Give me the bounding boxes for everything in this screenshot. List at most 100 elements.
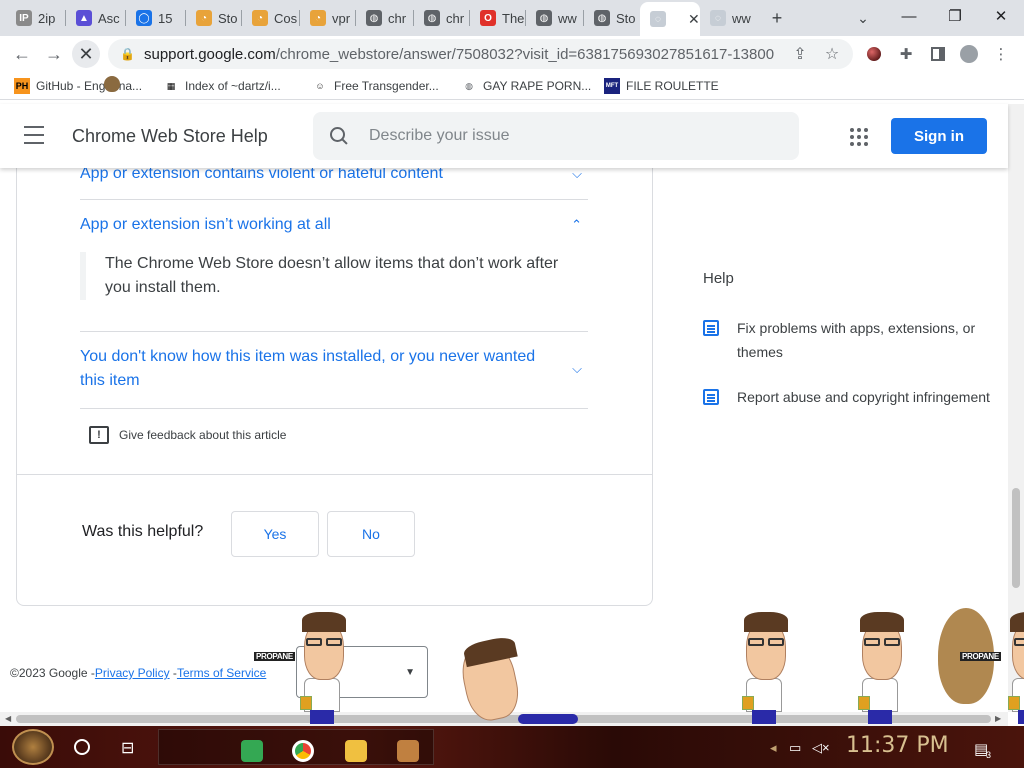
network-icon[interactable]: ▭ (789, 740, 801, 756)
bookmark-item[interactable]: ☺ Free Transgender... (312, 77, 439, 95)
sidebar-link-report-abuse[interactable]: Report abuse and copyright infringement (703, 385, 993, 409)
profile-icon[interactable] (958, 43, 980, 65)
start-button[interactable] (12, 729, 54, 765)
url-text[interactable]: support.google.com/chrome_webstore/answe… (144, 46, 774, 63)
browser-tab[interactable]: ◔ Cos (242, 4, 298, 32)
browser-tab[interactable]: ◍ ww (526, 4, 582, 32)
accordion-item-violent-content[interactable]: App or extension contains violent or hat… (80, 168, 588, 186)
chevron-down-icon: ⌵ (572, 168, 582, 181)
figure-pants (518, 714, 578, 724)
bookmark-item[interactable]: MFT FILE ROULETTE (604, 77, 719, 95)
url-path: /chrome_webstore/answer/7508032?visit_id… (275, 45, 774, 63)
sheets-icon[interactable] (241, 740, 263, 762)
feedback-link[interactable]: ! Give feedback about this article (89, 426, 286, 444)
chat-icon: ◯ (136, 10, 152, 26)
cortana-icon[interactable] (74, 739, 90, 755)
globe-icon: ◍ (536, 10, 552, 26)
ip-icon: IP (16, 10, 32, 26)
maximize-button[interactable]: ❐ (932, 0, 978, 32)
terms-of-service-link[interactable]: Terms of Service (177, 666, 266, 680)
browser-tab[interactable]: O The (470, 4, 524, 32)
forward-button[interactable]: → (40, 40, 68, 68)
share-icon[interactable]: ⇪ (790, 44, 810, 64)
tab-label: Cos (274, 10, 298, 26)
search-box[interactable] (313, 112, 799, 160)
browser-tab[interactable]: ◍ chr (414, 4, 468, 32)
bookmark-item[interactable]: ◍ GAY RAPE PORN... (461, 77, 591, 95)
menu-icon[interactable] (24, 126, 44, 144)
bug-icon (98, 70, 126, 96)
figure-pants (752, 710, 776, 724)
sign-in-button[interactable]: Sign in (891, 118, 987, 154)
search-icon[interactable] (329, 126, 349, 146)
qr-icon: ▦ (163, 78, 179, 94)
loading-icon: ◌ (650, 11, 666, 27)
close-tab-icon[interactable]: ✕ (688, 11, 700, 28)
browser-tab[interactable]: ◍ Sto (584, 4, 638, 32)
puzzle-icon[interactable]: ✚ (895, 43, 917, 65)
game-app-icon[interactable] (397, 740, 419, 762)
page-title[interactable]: Chrome Web Store Help (72, 126, 268, 147)
globe-icon: ◍ (461, 78, 477, 94)
loading-icon: ◌ (710, 10, 726, 26)
folder-icon[interactable] (345, 740, 367, 762)
menu-kebab-icon[interactable]: ⋮ (990, 43, 1012, 65)
accordion-divider (80, 408, 588, 409)
privacy-policy-link[interactable]: Privacy Policy (95, 666, 170, 680)
accordion-item-unknown-install[interactable]: You don't know how this item was install… (80, 345, 588, 393)
clock[interactable]: 11:37 PM (846, 733, 949, 758)
article-icon (703, 389, 719, 405)
tray-overflow-icon[interactable]: ◂ (770, 740, 777, 756)
accordion-label: You don't know how this item was install… (80, 348, 536, 389)
bookmark-label: GAY RAPE PORN... (483, 79, 592, 93)
browser-tab[interactable]: ◌ ✕ (640, 2, 700, 36)
page-footer: ©2023 Google -Privacy Policy -Terms of S… (10, 666, 266, 680)
tab-label: chr (446, 10, 465, 26)
chrome-icon[interactable] (292, 740, 314, 762)
webstore-icon: ◔ (310, 10, 326, 26)
browser-tab[interactable]: ◔ Sto (186, 4, 240, 32)
star-icon[interactable]: ☆ (822, 44, 842, 64)
volume-muted-icon[interactable]: ◁× (812, 740, 830, 756)
arrow-left-icon: ← (13, 43, 31, 64)
browser-tab[interactable]: ◯ 15 (126, 4, 184, 32)
cartoon-figure (738, 612, 794, 726)
side-panel-icon[interactable] (927, 43, 949, 65)
scroll-thumb[interactable] (1012, 488, 1020, 588)
no-button[interactable]: No (327, 511, 415, 557)
browser-tab[interactable]: ◌ ww (700, 4, 756, 32)
glasses-icon (864, 638, 880, 646)
apps-grid-icon[interactable] (850, 128, 868, 146)
lock-icon: 🔒 (120, 47, 135, 61)
address-bar[interactable]: 🔒 support.google.com/chrome_webstore/ans… (108, 39, 853, 69)
search-input[interactable] (369, 127, 789, 145)
yes-button[interactable]: Yes (231, 511, 319, 557)
sidebar-title: Help (703, 270, 734, 287)
glasses-icon (326, 638, 342, 646)
accordion-item-not-working[interactable]: App or extension isn’t working at all ⌃ (80, 213, 588, 237)
cartoon-figure-lying (456, 634, 582, 726)
extension-ball-icon[interactable] (863, 43, 885, 65)
accordion-divider (80, 199, 588, 200)
glasses-icon (768, 638, 784, 646)
webstore-icon: ◔ (196, 10, 212, 26)
minimize-button[interactable]: — (886, 0, 932, 32)
mft-icon: MFT (604, 78, 620, 94)
browser-tab[interactable]: IP 2ip (6, 4, 64, 32)
close-window-button[interactable]: ✕ (978, 0, 1024, 32)
tab-search-button[interactable]: ⌄ (851, 6, 875, 30)
browser-tab[interactable]: ▲ Asc (66, 4, 124, 32)
sidebar-link-fix-problems[interactable]: Fix problems with apps, extensions, or t… (703, 316, 993, 364)
task-view-icon[interactable]: ⊟ (121, 738, 139, 757)
scroll-right-arrow-icon[interactable]: ▶ (995, 714, 1001, 723)
new-tab-button[interactable]: + (765, 6, 789, 30)
mask-icon: ☺ (312, 78, 328, 94)
stop-button[interactable]: ✕ (72, 40, 100, 68)
bookmark-item[interactable]: ▦ Index of ~dartz/i... (163, 77, 281, 95)
cartoon-figure: PROPANE (254, 612, 352, 726)
browser-tab[interactable]: ◍ chr (356, 4, 412, 32)
back-button[interactable]: ← (8, 40, 36, 68)
scroll-left-arrow-icon[interactable]: ◀ (5, 714, 11, 723)
browser-tab[interactable]: ◔ vpr (300, 4, 354, 32)
bookmark-label: Free Transgender... (334, 79, 439, 93)
